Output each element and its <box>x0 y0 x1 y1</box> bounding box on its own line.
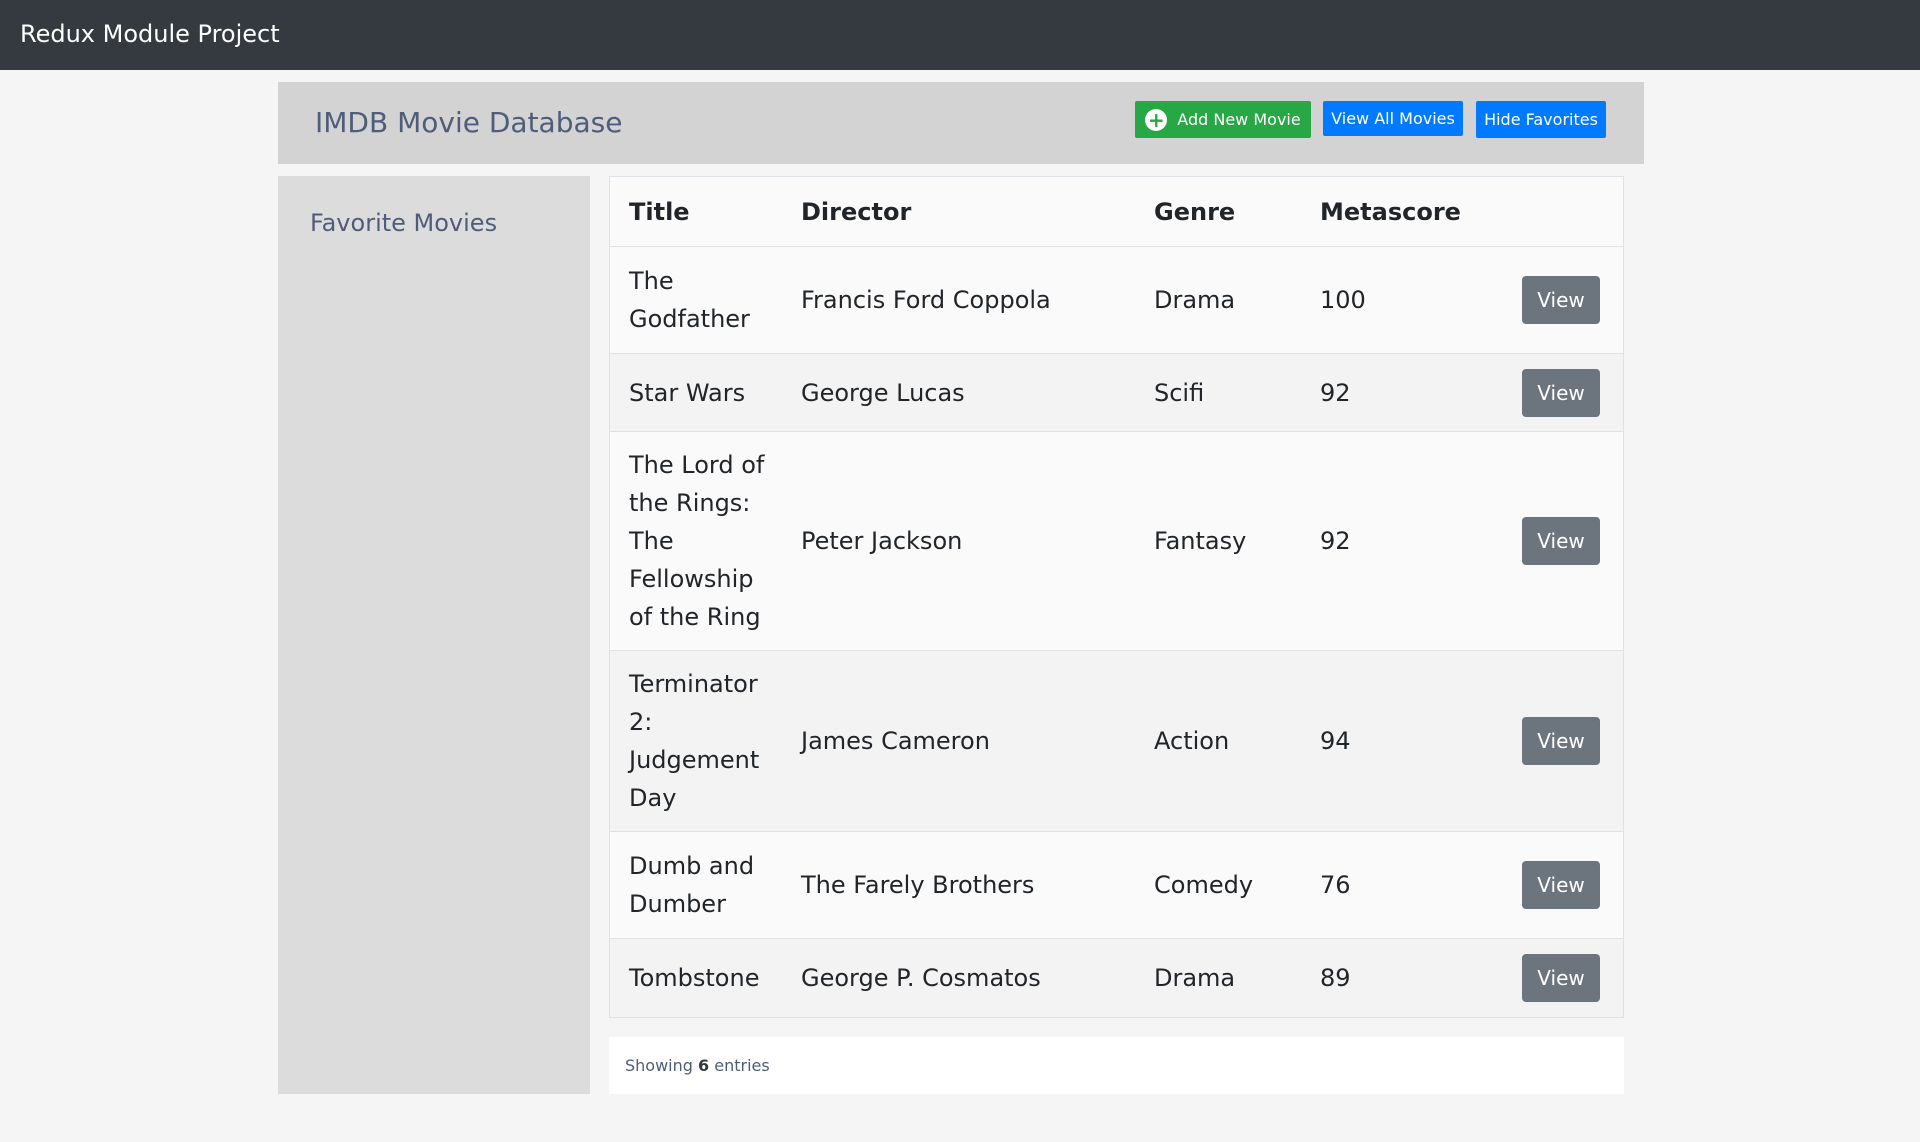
movies-table: Title Director Genre Metascore The Godfa… <box>609 176 1624 1018</box>
movie-director: Francis Ford Coppola <box>801 286 1051 314</box>
movie-metascore: 76 <box>1320 871 1351 899</box>
showing-prefix: Showing <box>625 1056 693 1075</box>
movie-metascore: 92 <box>1320 378 1351 407</box>
movie-director: The Farely Brothers <box>801 871 1035 899</box>
table-info-footer: Showing 6 entries <box>609 1037 1624 1094</box>
view-movie-button[interactable]: View <box>1522 368 1600 417</box>
view-movie-button[interactable]: View <box>1522 861 1600 909</box>
movie-title: The Lord of the Rings: The Fellowship of… <box>629 451 765 631</box>
table-row: Dumb and Dumber The Farely Brothers Come… <box>610 832 1623 939</box>
view-movie-button[interactable]: View <box>1522 517 1600 565</box>
movie-director: James Cameron <box>801 727 990 755</box>
action-cell: View <box>1521 939 1601 1017</box>
table-row: Tombstone George P. Cosmatos Drama 89 Vi… <box>610 939 1623 1017</box>
action-cell: View <box>1521 354 1601 431</box>
add-new-movie-label: Add New Movie <box>1177 110 1301 129</box>
movie-title: Tombstone <box>629 964 760 992</box>
entries-count: 6 <box>698 1056 710 1075</box>
view-movie-button[interactable]: View <box>1522 276 1600 324</box>
column-header-genre: Genre <box>1154 197 1236 226</box>
action-cell: View <box>1521 432 1601 650</box>
movie-metascore: 92 <box>1320 527 1351 555</box>
top-navbar: Redux Module Project <box>0 0 1920 70</box>
view-movie-button[interactable]: View <box>1522 717 1600 765</box>
hide-favorites-button[interactable]: Hide Favorites <box>1476 101 1606 138</box>
movie-genre: Action <box>1154 727 1230 755</box>
favorites-title: Favorite Movies <box>310 209 498 237</box>
movie-metascore: 89 <box>1320 964 1351 992</box>
movie-genre: Scifi <box>1154 378 1205 407</box>
movie-title: Terminator 2: Judgement Day <box>629 670 760 812</box>
column-header-metascore: Metascore <box>1320 197 1461 226</box>
movie-metascore: 94 <box>1320 727 1351 755</box>
table-row: Terminator 2: Judgement Day James Camero… <box>610 651 1623 832</box>
add-new-movie-button[interactable]: + Add New Movie <box>1135 101 1311 138</box>
page-title: IMDB Movie Database <box>315 106 623 139</box>
page-header: IMDB Movie Database + Add New Movie View… <box>278 82 1644 164</box>
table-row: The Lord of the Rings: The Fellowship of… <box>610 432 1623 651</box>
navbar-brand[interactable]: Redux Module Project <box>20 19 280 49</box>
entries-count-text: Showing 6 entries <box>625 1055 770 1077</box>
movie-genre: Drama <box>1154 286 1236 314</box>
table-row: Star Wars George Lucas Scifi 92 View <box>610 354 1623 432</box>
view-all-movies-button[interactable]: View All Movies <box>1323 101 1463 136</box>
action-cell: View <box>1521 651 1601 831</box>
movie-director: Peter Jackson <box>801 527 963 555</box>
view-movie-button[interactable]: View <box>1522 954 1600 1002</box>
movie-title: The Godfather <box>629 267 750 333</box>
favorites-sidebar: Favorite Movies <box>278 176 590 1094</box>
movie-genre: Comedy <box>1154 871 1254 899</box>
action-cell: View <box>1521 247 1601 353</box>
movie-metascore: 100 <box>1320 286 1366 314</box>
movie-director: George Lucas <box>801 378 965 407</box>
column-header-director: Director <box>801 197 912 226</box>
movie-director: George P. Cosmatos <box>801 964 1041 992</box>
action-cell: View <box>1521 832 1601 938</box>
table-row: The Godfather Francis Ford Coppola Drama… <box>610 247 1623 354</box>
table-header-row: Title Director Genre Metascore <box>610 177 1623 247</box>
movie-genre: Fantasy <box>1154 527 1247 555</box>
movie-title: Star Wars <box>629 378 746 407</box>
movie-genre: Drama <box>1154 964 1236 992</box>
column-header-title: Title <box>629 197 690 226</box>
movie-title: Dumb and Dumber <box>629 852 755 918</box>
showing-suffix: entries <box>714 1056 770 1075</box>
plus-circle-icon: + <box>1145 108 1168 131</box>
